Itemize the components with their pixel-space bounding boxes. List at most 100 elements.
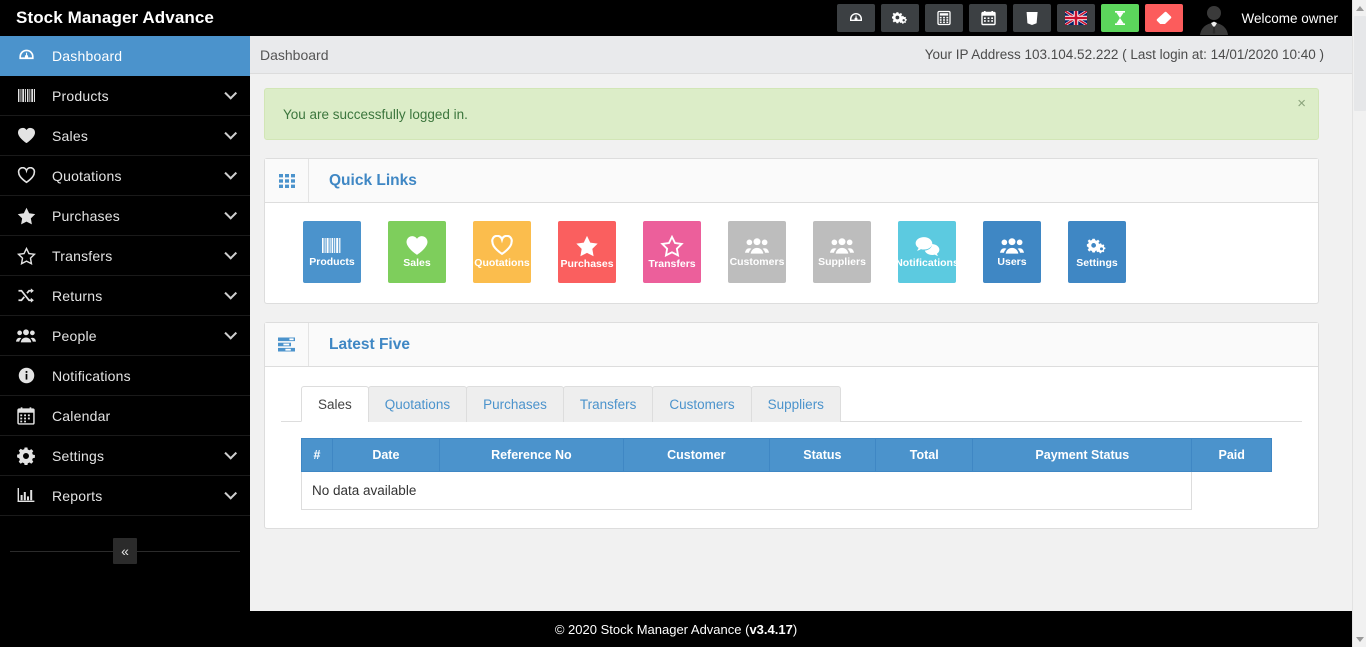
sidebar-item-transfers[interactable]: Transfers bbox=[0, 236, 250, 276]
eraser-icon bbox=[1155, 10, 1173, 26]
quick-link-quotations[interactable]: Quotations bbox=[473, 221, 531, 283]
chevron-down-icon bbox=[224, 86, 238, 100]
barcode-icon bbox=[0, 87, 52, 104]
chevron-up-icon bbox=[1356, 5, 1364, 11]
tab-purchases[interactable]: Purchases bbox=[466, 386, 564, 422]
quick-links-panel: Quick Links Products Sales Quotations Pu… bbox=[264, 158, 1319, 304]
quick-link-users[interactable]: Users bbox=[983, 221, 1041, 283]
chevron-down-icon bbox=[1356, 636, 1364, 642]
comments-icon bbox=[915, 236, 940, 256]
gear-icon bbox=[0, 447, 52, 465]
css3-icon-button[interactable] bbox=[1013, 4, 1052, 32]
sidebar-item-purchases[interactable]: Purchases bbox=[0, 196, 250, 236]
sidebar-item-reports[interactable]: Reports bbox=[0, 476, 250, 516]
flag-uk-icon-button[interactable] bbox=[1057, 4, 1096, 32]
sidebar-collapse-button[interactable]: « bbox=[113, 538, 137, 564]
quick-links-title: Quick Links bbox=[329, 171, 417, 189]
latest-five-tabs: Sales Quotations Purchases Transfers Cus… bbox=[281, 385, 1302, 422]
sidebar-item-products[interactable]: Products bbox=[0, 76, 250, 116]
list-icon bbox=[265, 323, 309, 366]
success-alert: You are successfully logged in. × bbox=[264, 88, 1319, 140]
sidebar-item-dashboard[interactable]: Dashboard bbox=[0, 36, 250, 76]
hourglass-icon-button[interactable] bbox=[1101, 4, 1140, 32]
tab-suppliers[interactable]: Suppliers bbox=[750, 386, 841, 422]
calendar-icon-button[interactable] bbox=[969, 4, 1008, 32]
column-header-status: Status bbox=[768, 438, 877, 472]
sidebar-item-people[interactable]: People bbox=[0, 316, 250, 356]
flag-uk-icon bbox=[1065, 11, 1088, 25]
latest-five-table-wrap: # Date Reference No Customer Status Tota… bbox=[281, 422, 1302, 516]
quick-link-label: Suppliers bbox=[818, 256, 866, 269]
tab-quotations[interactable]: Quotations bbox=[367, 386, 468, 422]
quick-link-settings[interactable]: Settings bbox=[1068, 221, 1126, 283]
chevron-down-icon bbox=[224, 486, 238, 500]
sidebar-item-label: People bbox=[52, 327, 97, 344]
tab-sales[interactable]: Sales bbox=[301, 386, 369, 422]
sidebar-item-sales[interactable]: Sales bbox=[0, 116, 250, 156]
table-row: No data available bbox=[300, 471, 1272, 510]
sidebar: Dashboard Products Sales Quotations Purc… bbox=[0, 36, 250, 647]
footer-close-paren: ) bbox=[792, 621, 798, 637]
dashboard-icon bbox=[848, 10, 864, 26]
sidebar-item-quotations[interactable]: Quotations bbox=[0, 156, 250, 196]
star-filled-icon bbox=[575, 235, 599, 257]
quick-link-label: Notifications bbox=[895, 256, 959, 269]
column-header-number: # bbox=[300, 438, 334, 472]
sidebar-item-label: Dashboard bbox=[52, 47, 123, 64]
close-icon[interactable]: × bbox=[1297, 96, 1306, 111]
eraser-icon-button[interactable] bbox=[1145, 4, 1184, 32]
page-scrollbar[interactable] bbox=[1352, 0, 1366, 647]
sidebar-item-label: Notifications bbox=[52, 367, 131, 384]
footer-copyright: © 2020 Stock Manager Advance ( bbox=[554, 621, 750, 637]
sidebar-item-label: Returns bbox=[52, 287, 103, 304]
quick-links-body: Products Sales Quotations Purchases Tran… bbox=[265, 203, 1318, 303]
quick-link-notifications[interactable]: Notifications bbox=[895, 221, 959, 283]
quick-link-sales[interactable]: Sales bbox=[388, 221, 446, 283]
users-icon bbox=[745, 236, 769, 255]
dashboard-icon-button[interactable] bbox=[837, 4, 876, 32]
column-header-paid: Paid bbox=[1191, 438, 1272, 472]
sidebar-item-returns[interactable]: Returns bbox=[0, 276, 250, 316]
sidebar-item-label: Reports bbox=[52, 487, 103, 504]
info-circle-icon bbox=[0, 367, 52, 384]
chevron-down-icon bbox=[224, 166, 238, 180]
quick-link-customers[interactable]: Customers bbox=[728, 221, 786, 283]
calendar-icon bbox=[0, 406, 52, 425]
quick-link-transfers[interactable]: Transfers bbox=[643, 221, 701, 283]
chevron-down-icon bbox=[224, 446, 238, 460]
sidebar-item-notifications[interactable]: Notifications bbox=[0, 356, 250, 396]
main-content: Dashboard Your IP Address 103.104.52.222… bbox=[250, 36, 1352, 611]
scrollbar-thumb[interactable] bbox=[1354, 16, 1366, 111]
quick-link-label: Quotations bbox=[474, 257, 530, 270]
calculator-icon-button[interactable] bbox=[925, 4, 964, 32]
star-outline-icon bbox=[660, 234, 684, 257]
alert-message: You are successfully logged in. bbox=[283, 106, 468, 122]
quick-link-label: Customers bbox=[729, 256, 785, 269]
chevron-down-icon bbox=[224, 206, 238, 220]
scrollbar-down-button[interactable] bbox=[1353, 631, 1366, 647]
sidebar-item-label: Calendar bbox=[52, 407, 111, 424]
sidebar-item-settings[interactable]: Settings bbox=[0, 436, 250, 476]
user-menu[interactable]: Welcome owner bbox=[1189, 1, 1352, 35]
latest-five-header: Latest Five bbox=[265, 323, 1318, 367]
quick-links-header: Quick Links bbox=[265, 159, 1318, 203]
app-brand[interactable]: Stock Manager Advance bbox=[0, 8, 250, 28]
quick-link-purchases[interactable]: Purchases bbox=[558, 221, 616, 283]
cogs-icon-button[interactable] bbox=[881, 4, 920, 32]
quick-link-suppliers[interactable]: Suppliers bbox=[813, 221, 871, 283]
css3-icon bbox=[1025, 10, 1039, 26]
sidebar-item-calendar[interactable]: Calendar bbox=[0, 396, 250, 436]
tab-customers[interactable]: Customers bbox=[652, 386, 752, 422]
barcode-icon bbox=[321, 237, 343, 255]
latest-five-panel: Latest Five Sales Quotations Purchases T… bbox=[264, 322, 1319, 529]
quick-link-products[interactable]: Products bbox=[303, 221, 361, 283]
sidebar-item-label: Transfers bbox=[52, 247, 113, 264]
tab-transfers[interactable]: Transfers bbox=[562, 386, 654, 422]
column-header-payment-status: Payment Status bbox=[972, 438, 1193, 472]
latest-five-body: Sales Quotations Purchases Transfers Cus… bbox=[265, 367, 1318, 528]
top-navbar: Stock Manager Advance Welcome owner bbox=[0, 0, 1352, 36]
chevron-down-icon bbox=[224, 286, 238, 300]
heart-outline-icon bbox=[0, 167, 52, 184]
scrollbar-up-button[interactable] bbox=[1353, 0, 1366, 16]
users-icon bbox=[830, 236, 854, 255]
